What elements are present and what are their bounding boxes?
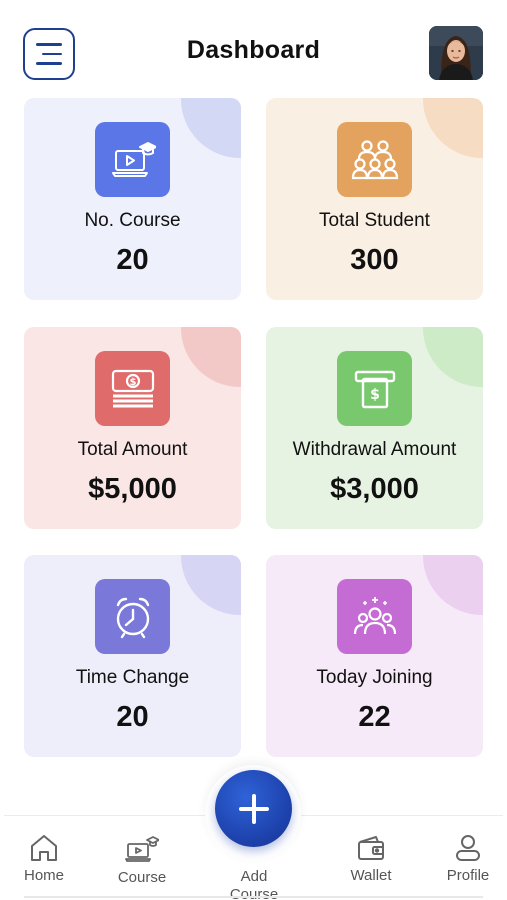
avatar-portrait-icon [429, 26, 483, 80]
card-value: 300 [350, 244, 399, 276]
course-laptop-icon [95, 122, 170, 197]
new-users-icon [337, 579, 412, 654]
card-total-amount[interactable]: $ Total Amount $5,000 [24, 327, 241, 529]
card-total-student[interactable]: Total Student 300 [266, 98, 483, 300]
card-label: Total Amount [77, 439, 188, 460]
nav-label: Profile [446, 867, 490, 884]
card-decoration [181, 327, 241, 387]
card-label: Today Joining [316, 667, 433, 688]
card-value: 20 [116, 244, 149, 276]
card-value: 20 [116, 701, 149, 733]
nav-wallet[interactable]: Wallet [331, 834, 411, 884]
add-course-button[interactable] [215, 770, 292, 847]
card-decoration [181, 98, 241, 158]
card-decoration [423, 327, 483, 387]
user-avatar[interactable] [429, 26, 483, 80]
nav-label: Wallet [350, 867, 392, 884]
card-time-change[interactable]: Time Change 20 [24, 555, 241, 757]
nav-add-course-label[interactable]: Add Course [214, 868, 294, 900]
app-header: Dashboard [0, 0, 507, 96]
card-label: No. Course [84, 210, 181, 231]
card-value: $5,000 [88, 473, 177, 505]
card-decoration [423, 555, 483, 615]
alarm-clock-icon [95, 579, 170, 654]
profile-icon [456, 835, 480, 861]
card-value: 22 [358, 701, 391, 733]
atm-withdraw-icon: $ [337, 351, 412, 426]
course-icon [125, 836, 159, 862]
svg-text:$: $ [370, 387, 380, 403]
card-label: Time Change [75, 667, 190, 688]
nav-course[interactable]: Course [102, 834, 182, 886]
money-stack-icon: $ [95, 351, 170, 426]
card-no-course[interactable]: No. Course 20 [24, 98, 241, 300]
card-label: Total Student [319, 210, 430, 231]
students-group-icon [337, 122, 412, 197]
nav-label: Course [117, 869, 167, 886]
card-label: Withdrawal Amount [292, 439, 457, 460]
nav-profile[interactable]: Profile [428, 834, 507, 884]
home-icon [31, 835, 57, 861]
plus-icon [238, 793, 269, 824]
card-value: $3,000 [330, 473, 419, 505]
card-withdrawal-amount[interactable]: $ Withdrawal Amount $3,000 [266, 327, 483, 529]
card-today-joining[interactable]: Today Joining 22 [266, 555, 483, 757]
wallet-icon [358, 836, 384, 860]
svg-text:$: $ [129, 377, 136, 388]
nav-label: Home [23, 867, 64, 884]
card-decoration [181, 555, 241, 615]
card-decoration [423, 98, 483, 158]
nav-label: Add Course [229, 868, 279, 900]
nav-home[interactable]: Home [4, 834, 84, 884]
